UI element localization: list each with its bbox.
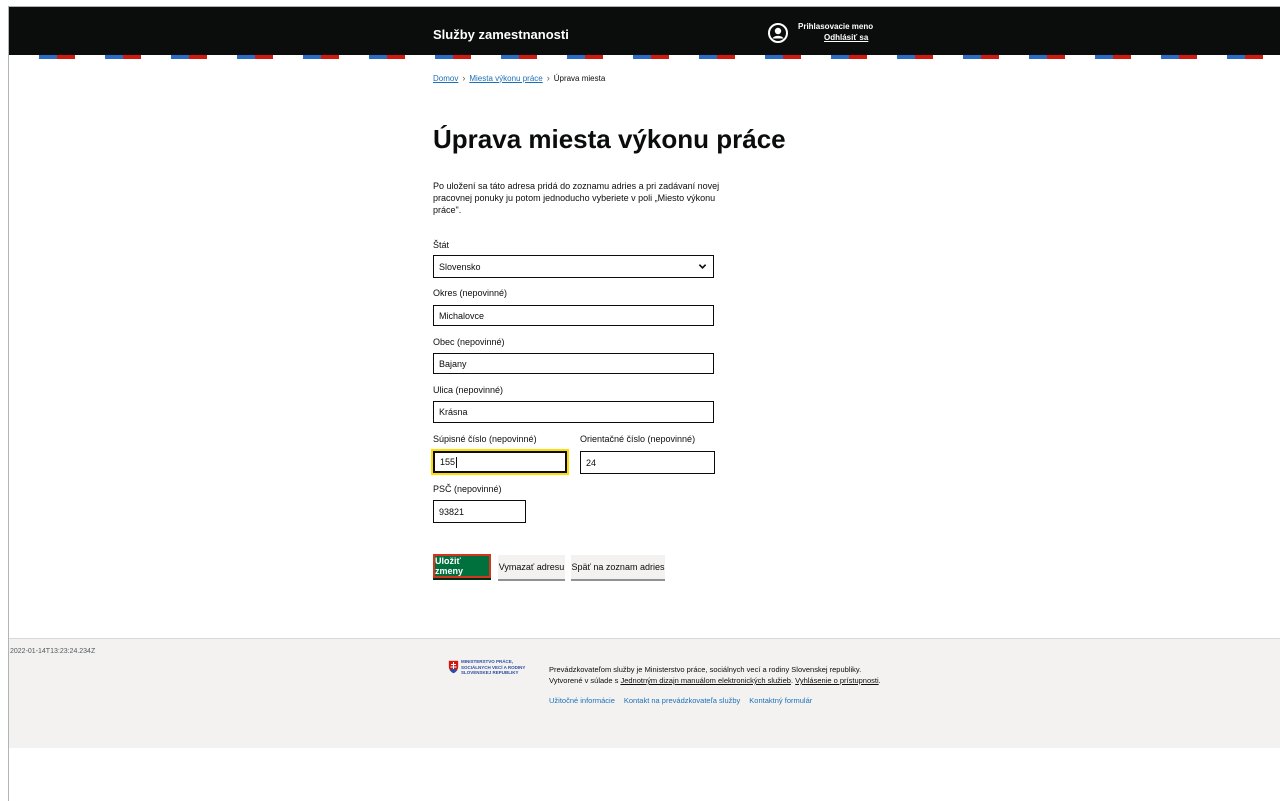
- district-value: Michalovce: [439, 310, 485, 321]
- footer-links: Užitočné informácie Kontakt na prevádzko…: [549, 696, 812, 705]
- footer-link-useful-info[interactable]: Užitočné informácie: [549, 696, 615, 705]
- slovak-coat-of-arms-icon: [448, 660, 459, 674]
- chevron-right-icon: ›: [546, 73, 550, 83]
- breadcrumb-home[interactable]: Domov: [433, 74, 458, 83]
- country-select[interactable]: Slovensko: [433, 255, 714, 278]
- supisne-label: Súpisné číslo (nepovinné): [433, 434, 537, 444]
- build-timestamp: 2022-01-14T13:23:24.234Z: [10, 648, 96, 655]
- footer-text-end: .: [878, 676, 881, 685]
- psc-value: 93821: [439, 506, 465, 517]
- site-footer: [9, 638, 1280, 748]
- breadcrumb-places[interactable]: Miesta výkonu práce: [469, 74, 542, 83]
- save-button[interactable]: Uložiť zmeny: [433, 554, 491, 578]
- supisne-input[interactable]: 155: [431, 449, 569, 475]
- intro-text: Po uložení sa táto adresa pridá do zozna…: [433, 181, 720, 215]
- brand-title[interactable]: Služby zamestnanosti: [433, 27, 569, 42]
- header-stripe: [9, 55, 1280, 59]
- breadcrumb: Domov › Miesta výkonu práce › Úprava mie…: [433, 73, 605, 83]
- user-avatar-icon: [768, 23, 788, 43]
- accessibility-link[interactable]: Vyhlásenie o prístupnosti: [795, 676, 879, 685]
- chevron-down-icon: [698, 264, 707, 269]
- page-title: Úprava miesta výkonu práce: [433, 124, 786, 154]
- ministry-logo-text: MINISTERSTVO PRÁCE, SOCIÁLNYCH VECÍ A RO…: [461, 659, 526, 675]
- back-to-list-button[interactable]: Späť na zoznam adries: [571, 555, 665, 579]
- country-select-value: Slovensko: [439, 261, 481, 272]
- district-input[interactable]: Michalovce: [433, 305, 714, 326]
- orientacne-value: 24: [586, 457, 597, 468]
- design-manual-link[interactable]: Jednotným dizajn manuálom elektronických…: [620, 676, 791, 685]
- municipality-value: Bajany: [439, 358, 467, 369]
- psc-label: PSČ (nepovinné): [433, 484, 502, 494]
- site-header: [9, 7, 1280, 55]
- user-name: Prihlasovacie meno: [798, 22, 874, 31]
- street-value: Krásna: [439, 407, 468, 417]
- municipality-input[interactable]: Bajany: [433, 353, 714, 374]
- footer-link-contact-form[interactable]: Kontaktný formulár: [749, 696, 812, 705]
- footer-link-contact-operator[interactable]: Kontakt na prevádzkovateľa služby: [624, 696, 740, 705]
- orientacne-input[interactable]: 24: [580, 451, 715, 474]
- breadcrumb-current: Úprava miesta: [553, 73, 606, 83]
- logout-link[interactable]: Odhlásiť sa: [824, 33, 868, 42]
- district-label: Okres (nepovinné): [433, 288, 508, 298]
- text-cursor: [456, 456, 458, 468]
- supisne-value: 155: [440, 457, 456, 467]
- footer-text: Prevádzkovateľom služby je Ministerstvo …: [549, 664, 889, 686]
- street-input[interactable]: Krásna: [433, 401, 714, 423]
- municipality-label: Obec (nepovinné): [433, 337, 505, 347]
- chevron-right-icon: ›: [462, 73, 466, 83]
- orientacne-label: Orientačné číslo (nepovinné): [580, 434, 696, 444]
- delete-address-button[interactable]: Vymazať adresu: [498, 555, 565, 579]
- psc-input[interactable]: 93821: [433, 500, 526, 523]
- street-label: Ulica (nepovinné): [433, 385, 504, 395]
- country-label: Štát: [433, 240, 450, 250]
